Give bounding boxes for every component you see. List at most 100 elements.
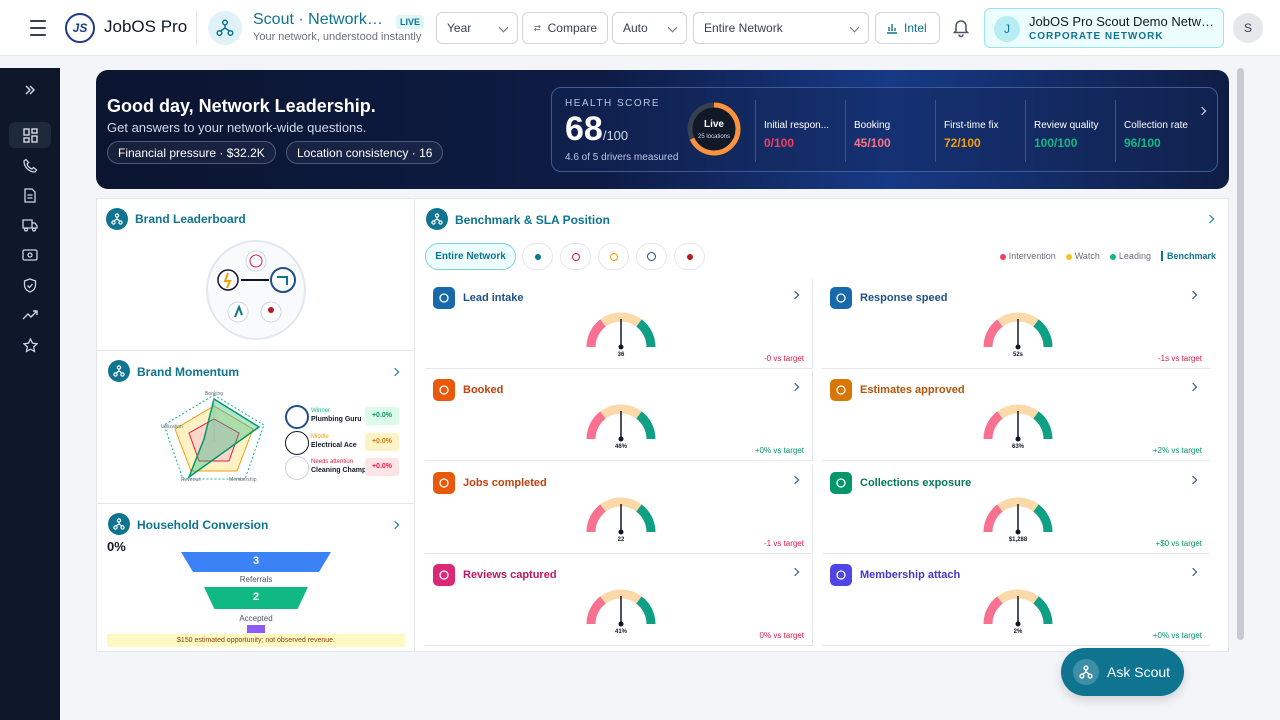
trending-up-icon[interactable]: [9, 302, 51, 328]
momentum-winner-row[interactable]: Winner Plumbing Guru +0.0%: [285, 405, 400, 429]
tile-title: Jobs completed: [463, 477, 547, 489]
chevron-right-icon[interactable]: [390, 520, 400, 530]
chevron-down-icon: [498, 22, 509, 33]
radar-label-booking: Booking: [205, 391, 223, 397]
mode-select[interactable]: Auto: [612, 12, 687, 44]
compare-icon: [533, 24, 541, 32]
filter-entire-network[interactable]: Entire Network: [425, 243, 516, 270]
cash-icon[interactable]: [9, 242, 51, 268]
compare-label: Compare: [547, 21, 597, 35]
chevron-right-icon[interactable]: [1188, 567, 1198, 577]
location-consistency-pill[interactable]: Location consistency · 16: [286, 141, 444, 164]
shield-icon[interactable]: [9, 272, 51, 298]
filter-brand-other[interactable]: [674, 243, 705, 270]
truck-icon[interactable]: [9, 212, 51, 238]
tile-estimates-approved[interactable]: Estimates approved 63% +2% vs target: [822, 371, 1210, 461]
chevron-down-icon: [849, 22, 860, 33]
brand-name: JobOS Pro: [104, 17, 188, 36]
benchmark-panel: Benchmark & SLA Position Entire Network …: [414, 198, 1229, 652]
user-avatar[interactable]: S: [1233, 13, 1263, 43]
filter-brand-cleaning[interactable]: [522, 243, 553, 270]
organization-switcher[interactable]: J JobOS Pro Scout Demo Network CORPORATE…: [984, 8, 1224, 48]
ask-scout-button[interactable]: Ask Scout: [1061, 648, 1184, 696]
tile-title: Reviews captured: [463, 569, 557, 581]
tile-booked[interactable]: Booked 46% +0% vs target: [425, 371, 813, 461]
metric-label: Collection rate: [1124, 120, 1188, 131]
hero-banner: Good day, Network Leadership. Get answer…: [96, 70, 1229, 189]
tile-vs-target: +0% vs target: [754, 446, 804, 455]
momentum-middle-row[interactable]: Middle Electrical Ace +0.0%: [285, 431, 400, 455]
funnel-accepted-bar[interactable]: 2: [204, 587, 308, 609]
chevron-right-icon[interactable]: [1188, 290, 1198, 300]
expand-sidebar-icon[interactable]: [9, 77, 51, 103]
leaderboard-bubble[interactable]: [205, 239, 307, 341]
health-score-label: HEALTH SCORE: [565, 98, 661, 109]
tile-response-speed[interactable]: Response speed 52s -1s vs target: [822, 279, 1210, 369]
period-value: Year: [447, 21, 472, 35]
chevron-right-icon[interactable]: [390, 367, 400, 377]
chevron-right-icon[interactable]: [790, 290, 800, 300]
tile-jobs-completed[interactable]: Jobs completed 22 -1 vs target: [425, 464, 813, 554]
filter-brand-electrical[interactable]: [598, 243, 629, 270]
chevron-right-icon[interactable]: [790, 382, 800, 392]
wallet-icon: [830, 472, 852, 494]
gauge-value: 22: [618, 537, 625, 542]
chevron-right-icon[interactable]: [790, 475, 800, 485]
score-max: /100: [602, 128, 629, 143]
metric-value: 72/100: [944, 136, 981, 150]
document-icon: [830, 379, 852, 401]
compare-button[interactable]: Compare: [522, 12, 608, 44]
tile-collections-exposure[interactable]: Collections exposure $1,288 +$0 vs target: [822, 464, 1210, 554]
ring-live-label: Live: [703, 119, 724, 130]
document-icon[interactable]: [9, 182, 51, 208]
gauge-chart: 22: [586, 497, 656, 542]
dashboard-icon[interactable]: [9, 122, 51, 148]
tile-lead-intake[interactable]: Lead intake 36 -0 vs target: [425, 279, 813, 369]
network-icon: [108, 513, 130, 535]
metric-label: First-time fix: [944, 120, 999, 131]
truck-icon: [433, 472, 455, 494]
health-score-card[interactable]: HEALTH SCORE 68/100 4.6 of 5 drivers mea…: [551, 87, 1218, 172]
tile-vs-target: 0% vs target: [759, 631, 804, 640]
hamburger-menu-icon[interactable]: [24, 16, 52, 40]
intel-button[interactable]: Intel: [875, 12, 940, 44]
network-icon: [106, 208, 128, 230]
funnel-referrals-label: Referrals: [239, 575, 273, 584]
tile-membership-attach[interactable]: Membership attach 2% +0% vs target: [822, 556, 1210, 646]
chevron-right-icon[interactable]: [1188, 382, 1198, 392]
chevron-right-icon[interactable]: [790, 567, 800, 577]
phone-icon[interactable]: [9, 152, 51, 178]
gauge-chart: 36: [586, 312, 656, 357]
trending-up-icon: [830, 564, 852, 586]
funnel-referrals-bar[interactable]: 3: [181, 552, 331, 572]
tile-title: Estimates approved: [860, 384, 965, 396]
scope-value: Entire Network: [704, 21, 783, 35]
tile-vs-target: +0% vs target: [1152, 631, 1202, 640]
scrollbar[interactable]: [1237, 68, 1244, 640]
bar-chart-icon: [887, 24, 897, 34]
legend-watch: Watch: [1065, 251, 1100, 261]
household-conversion-panel: Household Conversion 0% 3 Referrals 2 Ac…: [96, 503, 415, 652]
financial-pressure-pill[interactable]: Financial pressure · $32.2K: [107, 141, 276, 164]
scope-select[interactable]: Entire Network: [693, 12, 869, 44]
period-select[interactable]: Year: [436, 12, 518, 44]
chevron-right-icon[interactable]: [1205, 214, 1215, 224]
star-icon: [433, 564, 455, 586]
health-score: 68/100: [565, 110, 628, 149]
momentum-brand: Plumbing Guru: [311, 416, 362, 423]
gauge-chart: 63%: [983, 404, 1053, 449]
headset-icon: [830, 287, 852, 309]
momentum-attention-row[interactable]: Needs attention Cleaning Champs +0.0%: [285, 456, 400, 480]
tile-vs-target: -0 vs target: [763, 354, 804, 363]
filter-brand-restoration[interactable]: [560, 243, 591, 270]
star-icon[interactable]: [9, 332, 51, 358]
opportunity-note: $150 estimated opportunity; not observed…: [107, 634, 405, 647]
chevron-right-icon[interactable]: [1188, 475, 1198, 485]
filter-brand-plumbing[interactable]: [636, 243, 667, 270]
notification-bell-icon[interactable]: [950, 16, 972, 38]
org-type: CORPORATE NETWORK: [1029, 31, 1164, 42]
legend-intervention: Intervention: [999, 251, 1056, 261]
legend-benchmark: Benchmark: [1160, 251, 1216, 261]
tile-reviews-captured[interactable]: Reviews captured 41% 0% vs target: [425, 556, 813, 646]
panel-title: Household Conversion: [137, 518, 269, 532]
